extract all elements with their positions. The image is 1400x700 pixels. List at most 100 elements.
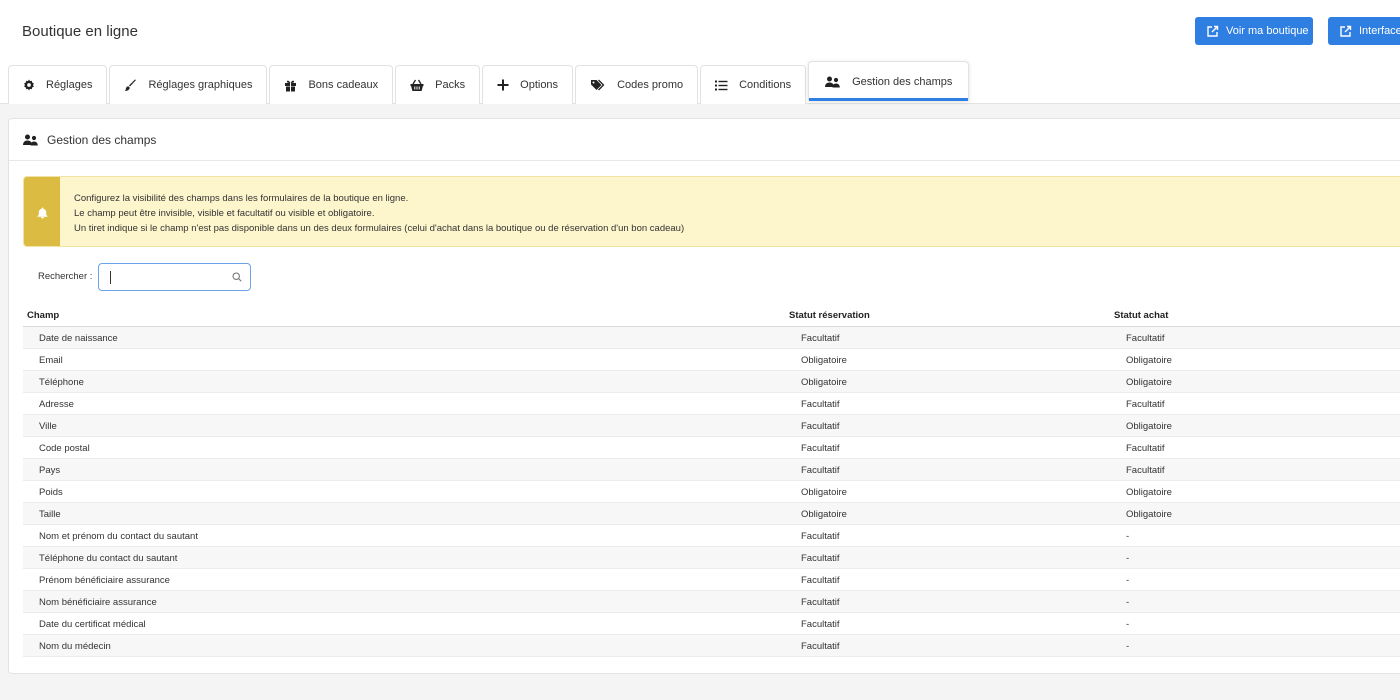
brush-icon: [124, 79, 137, 92]
reservation-status-cell: Obligatoire: [801, 377, 847, 388]
field-name-cell: Prénom bénéficiaire assurance: [39, 575, 170, 586]
column-header-statut-reservation[interactable]: Statut réservation: [789, 310, 870, 321]
purchase-status-cell: Obligatoire: [1126, 355, 1172, 366]
panel-header: Gestion des champs: [9, 119, 1400, 161]
purchase-status-cell: -: [1126, 531, 1130, 542]
tab-codes-promo[interactable]: Codes promo: [575, 65, 699, 104]
tab-label: Codes promo: [617, 79, 684, 91]
table-row[interactable]: Taille Obligatoire Obligatoire: [23, 503, 1400, 525]
reservation-status-cell: Facultatif: [801, 421, 840, 432]
tab-label: Réglages graphiques: [148, 79, 253, 91]
users-icon: [23, 134, 39, 146]
users-icon: [825, 76, 841, 88]
alert-line: Configurez la visibilité des champs dans…: [74, 193, 409, 204]
tab-bons-cadeaux[interactable]: Bons cadeaux: [269, 65, 394, 104]
column-header-statut-achat[interactable]: Statut achat: [1114, 310, 1168, 321]
plus-icon: [497, 79, 509, 91]
reservation-status-cell: Facultatif: [801, 399, 840, 410]
view-shop-label: Voir ma boutique: [1226, 25, 1309, 37]
purchase-status-cell: Facultatif: [1126, 443, 1165, 454]
reservation-status-cell: Obligatoire: [801, 487, 847, 498]
alert-sidebar: [24, 177, 60, 246]
tab-options[interactable]: Options: [482, 65, 574, 104]
view-shop-button[interactable]: Voir ma boutique: [1195, 17, 1313, 45]
purchase-status-cell: Obligatoire: [1126, 377, 1172, 388]
tab-reglages-graphiques[interactable]: Réglages graphiques: [109, 65, 268, 104]
text-caret: [110, 271, 111, 284]
purchase-status-cell: -: [1126, 553, 1130, 564]
field-name-cell: Nom bénéficiaire assurance: [39, 597, 157, 608]
table-row[interactable]: Pays Facultatif Facultatif: [23, 459, 1400, 481]
table-row[interactable]: Téléphone du contact du sautant Facultati…: [23, 547, 1400, 569]
tab-label: Gestion des champs: [852, 75, 953, 88]
search-icon: [232, 272, 242, 282]
alert-line: Un tiret indique si le champ n'est pas d…: [74, 223, 685, 234]
basket-icon: [410, 79, 424, 92]
field-name-cell: Pays: [39, 465, 61, 476]
page-title: Boutique en ligne: [22, 23, 138, 40]
tab-label: Bons cadeaux: [308, 79, 379, 91]
reservation-status-cell: Facultatif: [801, 597, 840, 608]
table-row[interactable]: Email Obligatoire Obligatoire: [23, 349, 1400, 371]
table-row[interactable]: Code postal Facultatif Facultatif: [23, 437, 1400, 459]
search-label: Rechercher :: [38, 271, 93, 282]
field-name-cell: Taille: [39, 509, 61, 520]
external-link-icon: [1340, 25, 1352, 37]
top-header: Boutique en ligne Voir ma boutique Inter…: [0, 0, 1400, 104]
table-row[interactable]: Date de naissance Facultatif Facultatif: [23, 327, 1400, 349]
tab-conditions[interactable]: Conditions: [700, 65, 807, 104]
search-field[interactable]: [98, 263, 251, 291]
field-name-cell: Nom du médecin: [39, 641, 111, 652]
reservation-status-cell: Obligatoire: [801, 355, 847, 366]
alert-line: Le champ peut être invisible, visible et…: [74, 208, 375, 219]
tab-gestion-des-champs[interactable]: Gestion des champs: [808, 61, 970, 101]
gift-icon: [284, 79, 297, 92]
table-row[interactable]: Adresse Facultatif Facultatif: [23, 393, 1400, 415]
alert-text: Configurez la visibilité des champs dans…: [74, 191, 684, 236]
purchase-status-cell: Facultatif: [1126, 333, 1165, 344]
search-input[interactable]: [107, 269, 222, 285]
purchase-status-cell: -: [1126, 597, 1130, 608]
fields-panel: Gestion des champs Configurez la visibil…: [8, 118, 1400, 674]
field-name-cell: Code postal: [39, 443, 90, 454]
purchase-status-cell: Obligatoire: [1126, 421, 1172, 432]
column-header-champ[interactable]: Champ: [27, 310, 59, 321]
interface-button[interactable]: Interface: [1328, 17, 1400, 45]
field-name-cell: Poids: [39, 487, 63, 498]
reservation-status-cell: Facultatif: [801, 465, 840, 476]
table-row[interactable]: Date du certificat médical Facultatif -: [23, 613, 1400, 635]
table-header: Champ Statut réservation Statut achat: [23, 305, 1400, 327]
reservation-status-cell: Facultatif: [801, 553, 840, 564]
table-row[interactable]: Prénom bénéficiaire assurance Facultatif -: [23, 569, 1400, 591]
tags-icon: [590, 79, 606, 91]
reservation-status-cell: Obligatoire: [801, 509, 847, 520]
reservation-status-cell: Facultatif: [801, 443, 840, 454]
table-row[interactable]: Ville Facultatif Obligatoire: [23, 415, 1400, 437]
purchase-status-cell: -: [1126, 641, 1130, 652]
purchase-status-cell: Facultatif: [1126, 399, 1165, 410]
info-alert: Configurez la visibilité des champs dans…: [23, 176, 1400, 247]
gear-icon: [23, 79, 35, 91]
purchase-status-cell: Facultatif: [1126, 465, 1165, 476]
table-row[interactable]: Nom et prénom du contact du sautant Facul…: [23, 525, 1400, 547]
table-row[interactable]: Poids Obligatoire Obligatoire: [23, 481, 1400, 503]
external-link-icon: [1207, 25, 1219, 37]
table-row[interactable]: Nom du médecin Facultatif -: [23, 635, 1400, 657]
tab-reglages[interactable]: Réglages: [8, 65, 108, 104]
field-name-cell: Ville: [39, 421, 57, 432]
field-name-cell: Nom et prénom du contact du sautant: [39, 531, 198, 542]
table-body: Date de naissance Facultatif Facultatif Ema…: [23, 327, 1400, 657]
reservation-status-cell: Facultatif: [801, 619, 840, 630]
fields-table: Champ Statut réservation Statut achat Da…: [23, 305, 1400, 657]
purchase-status-cell: Obligatoire: [1126, 509, 1172, 520]
field-name-cell: Email: [39, 355, 63, 366]
tab-label: Conditions: [739, 79, 792, 91]
tab-label: Options: [520, 79, 559, 91]
table-row[interactable]: Nom bénéficiaire assurance Facultatif -: [23, 591, 1400, 613]
tab-packs[interactable]: Packs: [395, 65, 481, 104]
purchase-status-cell: -: [1126, 619, 1130, 630]
purchase-status-cell: -: [1126, 575, 1130, 586]
field-name-cell: Date du certificat médical: [39, 619, 146, 630]
table-row[interactable]: Téléphone Obligatoire Obligatoire: [23, 371, 1400, 393]
reservation-status-cell: Facultatif: [801, 575, 840, 586]
